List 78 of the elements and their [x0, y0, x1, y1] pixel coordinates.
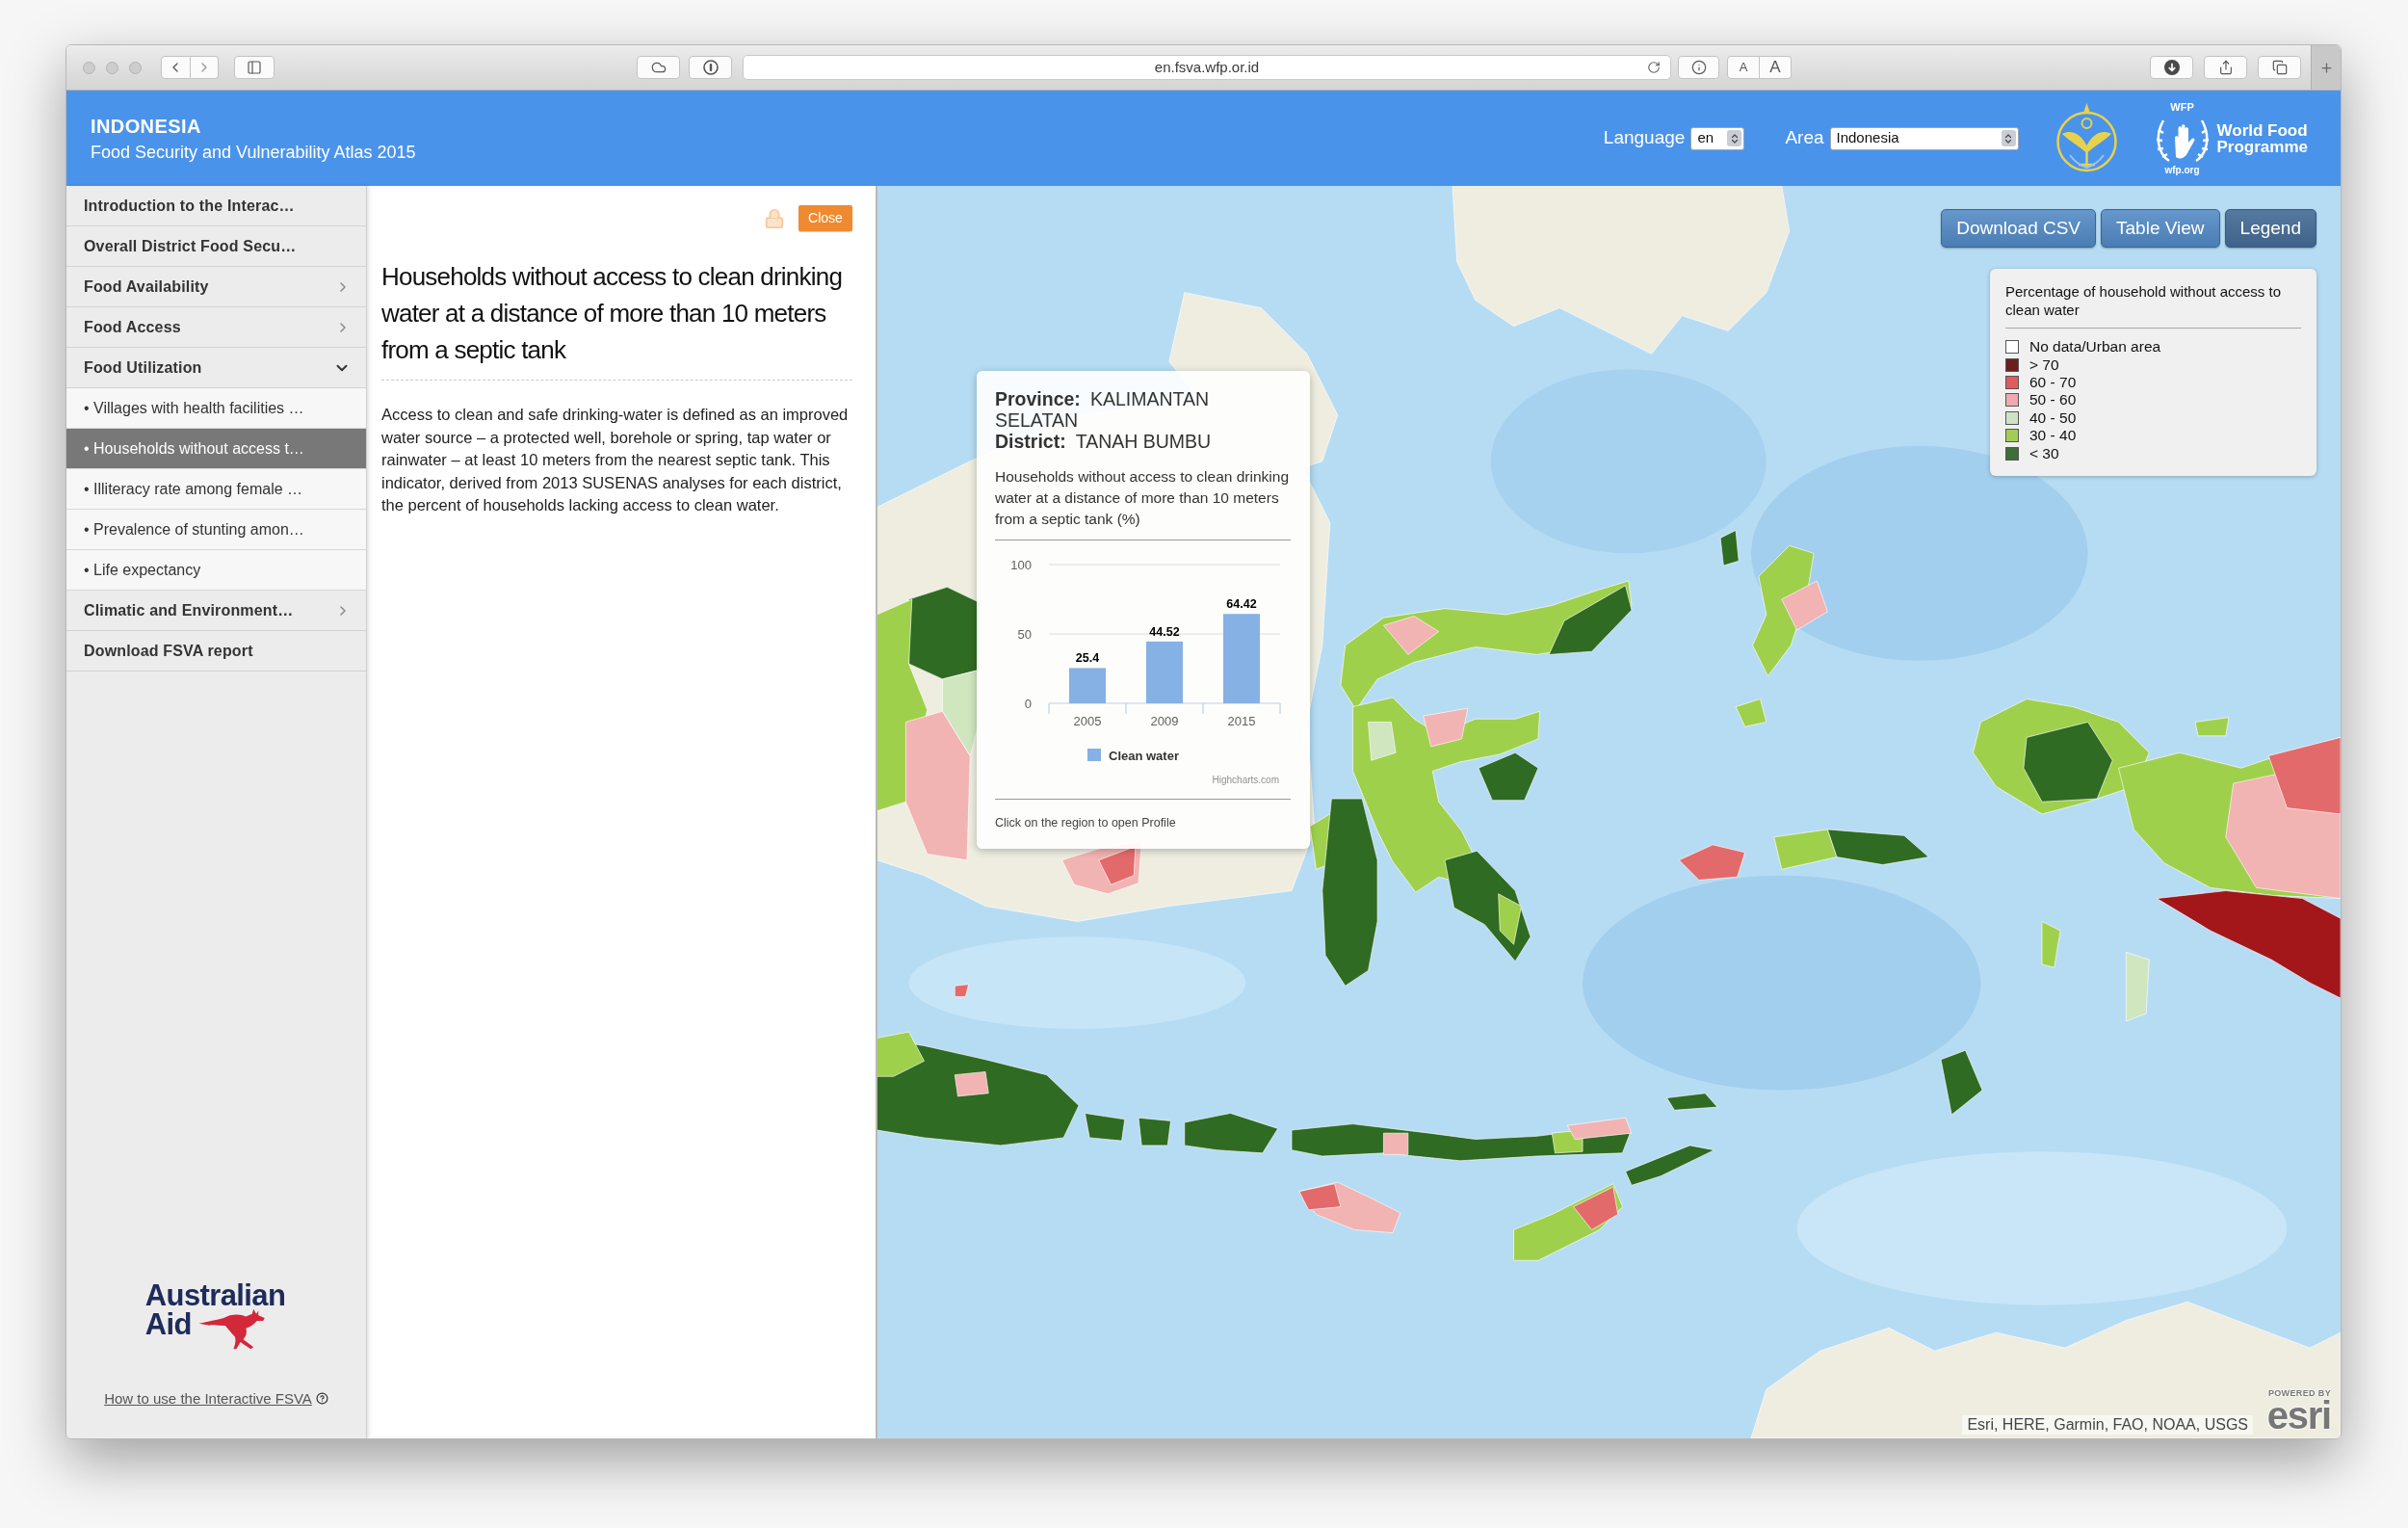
logo-caption: WFP — [2170, 101, 2194, 113]
province-text: Province: KALIMANTAN SELATAN — [995, 388, 1211, 431]
circled-bar-icon — [702, 60, 719, 75]
overlapping-squares-icon — [2271, 60, 2288, 75]
district-text: District: TANAH BUMBU — [995, 431, 1213, 452]
help-link[interactable]: How to use the Interactive FSVA — [104, 1387, 328, 1409]
legend-label: 40 - 50 — [2029, 408, 2077, 427]
x-axis-label: 2009 — [1150, 714, 1179, 728]
nav-subitem[interactable]: • Illiteracy rate among female … — [66, 469, 366, 510]
nav-item[interactable]: Climatic and Environment… — [66, 591, 366, 631]
nav-subitem[interactable]: • Villages with health facilities … — [66, 388, 366, 429]
esri-logo: POWERED BY esri — [2266, 1388, 2331, 1433]
nav-item[interactable]: Food Availability — [66, 267, 366, 307]
legend-label[interactable]: Clean water — [1109, 748, 1179, 763]
lock-icon — [764, 206, 785, 230]
logo-text: Australian — [144, 1280, 286, 1310]
area-label: Area — [1785, 126, 1824, 150]
cloud-icon — [650, 60, 667, 75]
sidebar-icon — [247, 60, 262, 75]
map-toolbar-button[interactable]: Table View — [2101, 209, 2220, 248]
larger-text-button[interactable]: A — [1760, 56, 1792, 79]
smaller-text-button[interactable]: A — [1727, 56, 1760, 79]
y-axis-label: 0 — [1024, 696, 1032, 711]
reload-icon[interactable] — [1647, 61, 1661, 74]
data-label: 25.4 — [1075, 651, 1100, 666]
header-subtitle: Food Security and Vulnerability Atlas 2015 — [91, 141, 416, 163]
cloud-button[interactable] — [637, 56, 680, 79]
data-label: 64.42 — [1226, 597, 1257, 612]
language-select[interactable]: en — [1690, 126, 1745, 150]
downloads-button[interactable] — [2150, 56, 2193, 79]
area-select[interactable]: Indonesia — [1829, 126, 2019, 150]
data-label: 44.52 — [1149, 624, 1180, 639]
updown-arrows-icon — [1727, 130, 1742, 146]
legend-title: Percentage of household without access to clean water — [2005, 282, 2283, 319]
legend-label: 60 - 70 — [2029, 373, 2077, 391]
nav-item[interactable]: Food Utilization — [66, 348, 366, 388]
plus-icon — [2318, 60, 2334, 75]
info-button[interactable] — [1678, 56, 1719, 79]
map-toolbar-button[interactable]: Legend — [2224, 209, 2316, 248]
sidebar-button[interactable] — [234, 56, 275, 79]
header-title: INDONESIA — [91, 114, 202, 138]
language-label: Language — [1603, 126, 1686, 150]
chart-bar — [1146, 641, 1183, 703]
legend-label: No data/Urban area — [2029, 338, 2161, 356]
legend-label: > 70 — [2029, 356, 2059, 374]
tabs-button[interactable] — [2258, 56, 2301, 79]
map-attribution: Esri, HERE, Garmin, FAO, NOAA, USGS — [1962, 1415, 2253, 1435]
nav-subitem[interactable]: • Households without access t… — [66, 429, 366, 469]
map-toolbar-button[interactable]: Download CSV — [1941, 209, 2097, 248]
nav-subitem[interactable]: • Prevalence of stunting amon… — [66, 510, 366, 550]
share-button[interactable] — [2204, 56, 2247, 79]
address-field[interactable]: en.fsva.wfp.or.id — [743, 55, 1671, 80]
logo-name: World Food Programme — [2216, 121, 2308, 155]
updown-arrows-icon — [2001, 130, 2016, 146]
y-axis-label: 50 — [1017, 626, 1032, 642]
legend-label: 30 - 40 — [2029, 427, 2077, 445]
download-icon — [2163, 60, 2180, 75]
popup-indicator: Households without access to clean drinking water at a distance of more than 10 meters from a septic tank (%) — [995, 467, 1290, 529]
x-axis-label: 2005 — [1073, 714, 1102, 728]
indicator-description: Access to clean and safe drinking-water is defined as an improved water source – a protected well, borehole or spring, tap water or rainwater – at least 10 meters from the nearest septic tank. This indicator, derived from 2013 SUSENAS analyses for each district, the percent of households lacking access to clean water. — [381, 405, 850, 515]
nav-item[interactable]: Introduction to the Interac… — [66, 186, 366, 226]
logo-url: wfp.org — [2164, 165, 2200, 175]
help-icon — [315, 1392, 328, 1406]
x-axis-label: 2015 — [1227, 714, 1256, 728]
nav-item[interactable]: Food Access — [66, 307, 366, 348]
popup-footer: Click on the region to open Profile — [995, 814, 1291, 831]
legend-label: < 30 — [2029, 444, 2059, 462]
legend-label: 50 - 60 — [2029, 391, 2077, 409]
nav-item[interactable]: Download FSVA report — [66, 631, 366, 672]
password-button[interactable] — [689, 56, 732, 79]
share-icon — [2217, 60, 2234, 75]
nav-subitem[interactable]: • Life expectancy — [66, 550, 366, 591]
logo-text: Aid — [144, 1309, 192, 1339]
chart-bar — [1069, 668, 1106, 703]
nav-item[interactable]: Overall District Food Secu… — [66, 226, 366, 267]
info-icon — [1690, 60, 1707, 75]
y-axis-label: 100 — [1010, 557, 1032, 572]
indicator-title: Households without access to clean drinking water at a distance of more than 10 meters from a septic tank — [381, 261, 844, 366]
